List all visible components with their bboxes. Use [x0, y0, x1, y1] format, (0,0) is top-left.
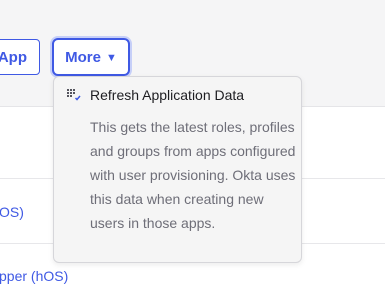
more-button[interactable]: More ▼ — [52, 38, 130, 76]
app-row-link[interactable]: pper (hOS) — [0, 268, 68, 284]
refresh-data-icon — [67, 89, 81, 101]
add-app-button[interactable]: App — [0, 39, 40, 75]
menu-item-description: This gets the latest roles, profiles and… — [90, 119, 296, 231]
app-row-link[interactable]: OS) — [0, 204, 24, 220]
app-page: App More ▼ OS) pper (hOS) Refresh Applic… — [0, 0, 385, 305]
more-button-label: More — [65, 48, 101, 66]
menu-item-title: Refresh Application Data — [90, 87, 245, 103]
refresh-application-data-item[interactable]: Refresh Application Data This gets the l… — [54, 77, 301, 262]
add-app-button-label: App — [0, 48, 27, 66]
caret-down-icon: ▼ — [105, 51, 117, 64]
more-dropdown-menu: Refresh Application Data This gets the l… — [53, 76, 302, 263]
